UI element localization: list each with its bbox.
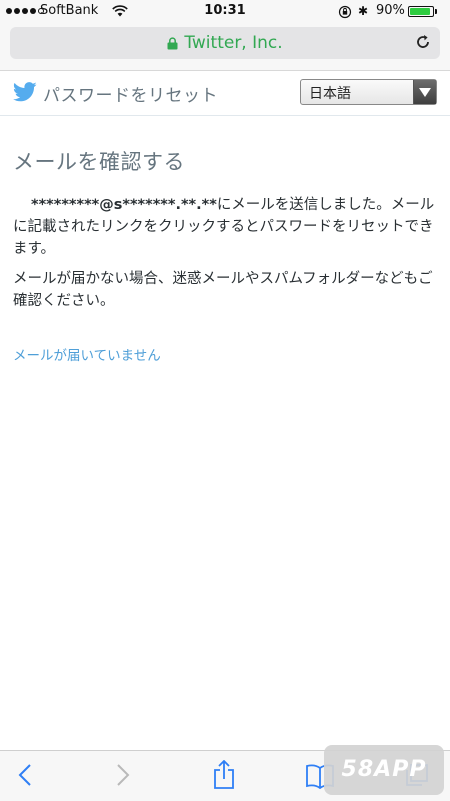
- watermark: 58APP: [324, 745, 444, 795]
- site-title: Twitter, Inc.: [184, 33, 283, 53]
- section-heading: メールを確認する: [13, 150, 185, 174]
- language-select[interactable]: 日本語: [300, 79, 437, 105]
- page-header: パスワードをリセット 日本語: [0, 71, 450, 116]
- dropdown-arrow-icon[interactable]: [413, 80, 436, 104]
- no-email-link[interactable]: メールが届いていません: [13, 344, 161, 364]
- page-title: パスワードをリセット: [43, 86, 218, 106]
- watermark-text: 58APP: [341, 757, 427, 782]
- forward-icon[interactable]: [116, 763, 130, 787]
- address-bar[interactable]: Twitter, Inc.: [10, 27, 440, 59]
- url-display: Twitter, Inc.: [10, 33, 440, 53]
- language-selected: 日本語: [309, 86, 351, 102]
- battery-tip: [435, 9, 437, 14]
- masked-email: *********@s*******.**.**: [31, 197, 217, 213]
- not-received-message: メールが届かない場合、迷惑メールやスパムフォルダーなどもご確認ください。: [13, 271, 433, 309]
- orientation-lock-icon: [338, 5, 352, 19]
- twitter-bird-icon[interactable]: [13, 82, 37, 102]
- browser-chrome: SoftBank 10:31 ✱ 90% Twitter, Inc.: [0, 0, 450, 71]
- bluetooth-icon: ✱: [358, 4, 369, 18]
- sent-message: *********@s*******.**.**にメールを送信しました。メールに…: [13, 194, 437, 260]
- reload-icon[interactable]: [414, 33, 432, 51]
- back-icon[interactable]: [18, 763, 32, 787]
- lock-icon: [167, 36, 178, 49]
- status-bar: SoftBank 10:31 ✱ 90%: [0, 0, 450, 24]
- battery-percentage: 90%: [376, 3, 405, 18]
- battery-level: [410, 8, 430, 15]
- battery-icon: [408, 6, 434, 17]
- share-icon[interactable]: [212, 760, 236, 790]
